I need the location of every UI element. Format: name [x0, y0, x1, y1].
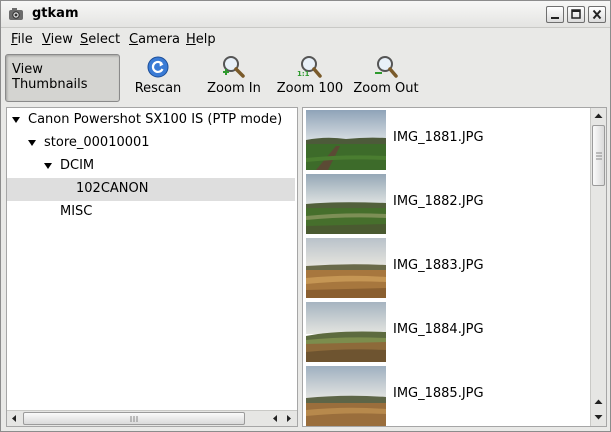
- tree-node-label: MISC: [60, 204, 93, 219]
- thumbnail-filename: IMG_1883.JPG: [393, 258, 484, 273]
- scroll-down-icon[interactable]: [592, 410, 605, 424]
- grip-icon: [596, 152, 602, 160]
- tree-node-label: Canon Powershot SX100 IS (PTP mode): [28, 112, 283, 127]
- tree-horizontal-scrollbar[interactable]: [7, 410, 297, 426]
- scroll-up-icon[interactable]: [592, 109, 605, 123]
- minimize-button[interactable]: [546, 6, 564, 23]
- title-bar[interactable]: gtkam: [1, 1, 610, 28]
- menu-camera[interactable]: Camera: [129, 32, 180, 47]
- zoom-100-button[interactable]: 1:1 Zoom 100: [275, 55, 345, 101]
- zoom-out-label: Zoom Out: [353, 81, 419, 96]
- tree-node-camera[interactable]: Canon Powershot SX100 IS (PTP mode): [7, 109, 295, 132]
- zoom-out-button[interactable]: Zoom Out: [353, 55, 419, 101]
- menu-select-label: elect: [88, 32, 121, 47]
- menu-help-label: elp: [195, 32, 216, 47]
- scroll-left-icon[interactable]: [269, 411, 282, 426]
- menu-file-label: ile: [17, 32, 33, 47]
- zoom-in-button[interactable]: Zoom In: [205, 55, 263, 101]
- menu-view-mnemonic: V: [42, 32, 51, 47]
- folder-tree[interactable]: Canon Powershot SX100 IS (PTP mode) stor…: [6, 107, 298, 427]
- photo-thumbnail[interactable]: [306, 302, 386, 362]
- thumbnail-item[interactable]: IMG_1884.JPG: [305, 301, 590, 363]
- zoom-100-badge: 1:1: [297, 70, 310, 78]
- menu-camera-mnemonic: C: [129, 32, 139, 47]
- thumbnail-item[interactable]: IMG_1885.JPG: [305, 365, 590, 426]
- zoom-in-icon: [223, 56, 245, 78]
- toolbar: View Thumbnails Rescan Zoom In 1:1 Zoom …: [1, 51, 610, 105]
- thumbnail-item[interactable]: IMG_1881.JPG: [305, 109, 590, 171]
- tree-node-label: 102CANON: [76, 181, 149, 196]
- maximize-button[interactable]: [567, 6, 585, 23]
- tree-node-misc[interactable]: MISC: [7, 201, 295, 224]
- scroll-left-icon[interactable]: [8, 411, 21, 426]
- thumbnail-list[interactable]: IMG_1881.JPG IMG_1882.JPG IMG_1883.JPG I…: [302, 107, 607, 427]
- thumbnail-vertical-scrollbar[interactable]: [590, 108, 606, 426]
- expander-expanded-icon[interactable]: [44, 163, 52, 169]
- thumbnail-filename: IMG_1881.JPG: [393, 130, 484, 145]
- expander-expanded-icon[interactable]: [28, 140, 36, 146]
- camera-app-icon: [9, 8, 23, 20]
- thumbnail-item[interactable]: IMG_1883.JPG: [305, 237, 590, 299]
- thumbnail-filename: IMG_1885.JPG: [393, 386, 484, 401]
- rescan-icon: [147, 56, 169, 78]
- scroll-right-icon[interactable]: [282, 411, 295, 426]
- zoom-out-icon: [375, 56, 398, 78]
- menu-camera-label: amera: [138, 32, 181, 47]
- minimize-icon: [551, 17, 559, 19]
- zoom-100-icon: 1:1: [297, 56, 322, 78]
- grip-icon: [130, 416, 138, 422]
- rescan-label: Rescan: [134, 81, 182, 96]
- close-icon: [592, 9, 602, 20]
- menu-file[interactable]: File: [11, 32, 33, 47]
- expander-expanded-icon[interactable]: [12, 117, 20, 123]
- vertical-scroll-thumb[interactable]: [592, 125, 605, 186]
- zoom-100-label: Zoom 100: [276, 81, 344, 96]
- zoom-in-label: Zoom In: [207, 81, 261, 96]
- photo-thumbnail[interactable]: [306, 366, 386, 426]
- thumbnail-item[interactable]: IMG_1882.JPG: [305, 173, 590, 235]
- tree-node-store[interactable]: store_00010001: [7, 132, 295, 155]
- scroll-up-icon[interactable]: [592, 395, 605, 409]
- menu-select[interactable]: Select: [80, 32, 120, 47]
- horizontal-scroll-thumb[interactable]: [23, 412, 245, 425]
- photo-thumbnail[interactable]: [306, 110, 386, 170]
- menu-help-mnemonic: H: [186, 32, 196, 47]
- rescan-button[interactable]: Rescan: [131, 55, 185, 101]
- photo-thumbnail[interactable]: [306, 238, 386, 298]
- tree-node-dcim[interactable]: DCIM: [7, 155, 295, 178]
- menu-view[interactable]: View: [42, 32, 73, 47]
- menu-help[interactable]: Help: [186, 32, 216, 47]
- menu-bar: File View Select Camera Help: [1, 29, 610, 51]
- tree-node-label: DCIM: [60, 158, 95, 173]
- tree-node-label: store_00010001: [44, 135, 150, 150]
- thumbnail-filename: IMG_1884.JPG: [393, 322, 484, 337]
- photo-thumbnail[interactable]: [306, 174, 386, 234]
- tree-node-102canon[interactable]: 102CANON: [7, 178, 295, 201]
- view-thumbnails-label: View Thumbnails: [12, 62, 88, 92]
- gtkam-window: gtkam File View Select Camera Help View …: [0, 0, 611, 432]
- menu-view-label: iew: [50, 32, 73, 47]
- view-thumbnails-toggle[interactable]: View Thumbnails: [5, 54, 120, 102]
- close-button[interactable]: [588, 6, 606, 23]
- thumbnail-filename: IMG_1882.JPG: [393, 194, 484, 209]
- maximize-icon: [571, 9, 581, 19]
- window-title: gtkam: [32, 6, 79, 21]
